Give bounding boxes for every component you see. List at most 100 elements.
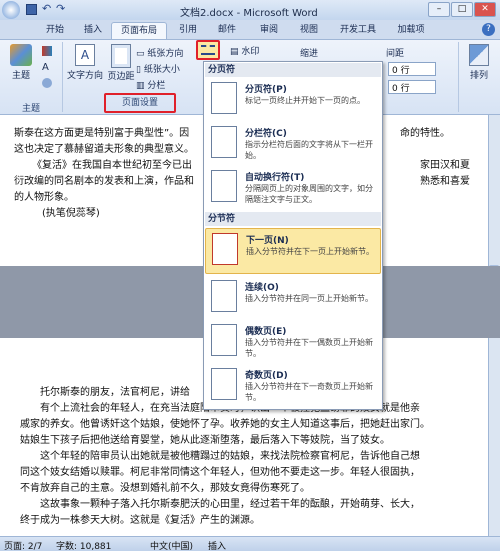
breaks-button[interactable] — [196, 40, 220, 60]
doc-line: 这故事象一颗种子落入托尔斯泰肥沃的心田里，经过若干年的酝酿，开始萌芽、长大， — [40, 499, 420, 510]
doc-line: 熟悉和喜爱 — [420, 176, 470, 187]
margins-icon — [111, 44, 131, 68]
spacing-after-spinner[interactable]: 0 行 — [388, 80, 436, 94]
orientation-icon: ▭ — [136, 49, 148, 59]
tab-references[interactable]: 引用 — [173, 22, 203, 39]
maximize-button[interactable]: □ — [451, 2, 473, 17]
minimize-button[interactable]: – — [428, 2, 450, 17]
doc-line: 家田汉和夏 — [420, 160, 470, 171]
undo-icon[interactable]: ↶ — [42, 2, 51, 15]
theme-colors-icon[interactable] — [42, 46, 52, 56]
columns-icon: ▥ — [136, 81, 148, 91]
save-icon[interactable] — [26, 4, 37, 15]
menu-item-desc: 插入分节符并在下一页上开始新节。 — [246, 247, 374, 256]
status-page[interactable]: 页面: 2/7 — [4, 539, 42, 552]
doc-line: 《复活》在我国自本世纪初至今已出 — [32, 160, 192, 171]
status-bar: 页面: 2/7 字数: 10,881 中文(中国) 插入 — [0, 536, 500, 552]
menu-item-next-page[interactable]: 下一页(N) 插入分节符并在下一页上开始新节。 — [205, 228, 381, 274]
menu-item-title: 奇数页(D) — [245, 371, 288, 381]
tab-home[interactable]: 开始 — [40, 22, 70, 39]
menu-item-continuous[interactable]: 连续(O) 插入分节符并在同一页上开始新节。 — [205, 276, 381, 318]
continuous-icon — [211, 280, 237, 312]
menu-item-desc: 指示分栏符后面的文字将从下一栏开始。 — [245, 140, 373, 160]
page-setup-group-label: 页面设置 — [104, 93, 176, 113]
tab-page-layout[interactable]: 页面布局 — [111, 22, 167, 39]
even-page-icon — [211, 324, 237, 356]
menu-item-desc: 插入分节符并在下一奇数页上开始新节。 — [245, 382, 373, 402]
menu-item-desc: 插入分节符并在下一偶数页上开始新节。 — [245, 338, 373, 358]
group-separator — [458, 42, 459, 112]
next-page-icon — [212, 233, 238, 265]
doc-line: 姑娘生下孩子后把他送给育婴堂，她从此逐渐堕落，最后落入下等妓院，当了妓女。 — [20, 435, 390, 446]
spacing-label: 间距 — [386, 49, 405, 59]
menu-item-column-break[interactable]: 分栏符(C) 指示分栏符后面的文字将从下一栏开始。 — [205, 122, 381, 164]
menu-item-desc: 插入分节符并在同一页上开始新节。 — [245, 294, 373, 303]
help-icon[interactable]: ? — [482, 23, 495, 36]
doc-line: 同这个妓女结婚以赎罪。柯尼非常同情这个年轻人，但劝他不要走这一步。年轻人很固执， — [20, 467, 420, 478]
menu-item-title: 偶数页(E) — [245, 327, 287, 337]
menu-item-title: 分栏符(C) — [245, 129, 287, 139]
column-break-icon — [211, 126, 237, 158]
text-direction-icon: A — [75, 44, 95, 66]
theme-group-label: 主题 — [21, 104, 40, 114]
menu-item-title: 连续(O) — [245, 283, 279, 293]
status-words[interactable]: 字数: 10,881 — [56, 539, 111, 552]
breaks-dropdown-menu: 分页符 分页符(P) 标记一页终止并开始下一页的点。 分栏符(C) 指示分栏符后… — [203, 61, 383, 410]
doc-line: 不肯放弃自己的主意。没想到婚礼前不久，那妓女竟得伤寒死了。 — [20, 483, 310, 494]
window-title: 文档2.docx - Microsoft Word — [180, 8, 318, 19]
menu-item-even-page[interactable]: 偶数页(E) 插入分节符并在下一偶数页上开始新节。 — [205, 320, 381, 362]
size-icon: ▯ — [136, 65, 144, 75]
watermark-button[interactable]: ▤ 水印 — [230, 44, 259, 57]
tab-review[interactable]: 审阅 — [254, 22, 284, 39]
menu-item-title: 下一页(N) — [246, 236, 289, 246]
size-label: 纸张大小 — [143, 65, 180, 75]
themes-button[interactable]: 主题 — [6, 44, 36, 84]
menu-item-desc: 标记一页终止并开始下一页的点。 — [245, 96, 365, 105]
doc-line: 斯泰在这方面更是特别富于典型性”。因 — [14, 128, 190, 139]
doc-line: 衍改编的同名剧本的发表和上演，作品和 — [14, 176, 194, 187]
size-button[interactable]: ▯ 纸张大小 — [136, 62, 180, 75]
doc-line: 终于成为一株参天大树。这就是《复活》产生的渊源。 — [20, 515, 260, 526]
theme-fonts-icon[interactable]: A — [42, 62, 49, 73]
menu-item-desc: 分隔网页上的对象周围的文字，如分隔题注文字与正文。 — [245, 184, 373, 204]
doc-line: 的人物形象。 — [14, 192, 74, 203]
group-separator — [62, 42, 63, 112]
margins-button[interactable]: 页边距 — [106, 44, 136, 82]
menu-section-section-breaks: 分节符 — [205, 212, 381, 226]
menu-item-page-break[interactable]: 分页符(P) 标记一页终止并开始下一页的点。 — [205, 78, 381, 120]
menu-item-title: 分页符(P) — [245, 85, 287, 95]
redo-icon[interactable]: ↷ — [56, 2, 65, 15]
tab-developer[interactable]: 开发工具 — [333, 22, 383, 39]
page-break-icon — [211, 82, 237, 114]
tab-view[interactable]: 视图 — [294, 22, 324, 39]
doc-line: 戚家的养女。他曾诱奸这个姑娘，使她怀了孕。收养她的女主人知道这事后，把她赶出家门… — [20, 419, 430, 430]
menu-item-odd-page[interactable]: 奇数页(D) 插入分节符并在下一奇数页上开始新节。 — [205, 364, 381, 406]
orientation-button[interactable]: ▭ 纸张方向 — [136, 46, 183, 59]
doc-line: 这个年轻的陪审员认出她就是被他糟蹋过的姑娘，来找法院检察官柯尼，告诉他自己想 — [40, 451, 420, 462]
spacing-before-spinner[interactable]: 0 行 — [388, 62, 436, 76]
close-button[interactable]: ✕ — [474, 2, 496, 17]
watermark-icon: ▤ — [230, 47, 242, 57]
tab-addins[interactable]: 加载项 — [391, 22, 431, 39]
orientation-label: 纸张方向 — [147, 49, 184, 59]
title-bar: ↶ ↷ 文档2.docx - Microsoft Word – □ ✕ — [0, 0, 500, 20]
status-mode[interactable]: 插入 — [208, 539, 226, 552]
columns-label: 分栏 — [147, 81, 166, 91]
menu-item-title: 自动换行符(T) — [245, 173, 305, 183]
themes-icon — [10, 44, 32, 66]
arrange-icon — [469, 44, 489, 66]
columns-button[interactable]: ▥ 分栏 — [136, 78, 165, 91]
text-direction-button[interactable]: A 文字方向 — [66, 44, 104, 81]
status-language[interactable]: 中文(中国) — [150, 539, 193, 552]
arrange-button[interactable]: 排列 — [462, 44, 496, 81]
indent-label: 缩进 — [300, 49, 319, 59]
arrange-label: 排列 — [469, 71, 488, 81]
tab-mailings[interactable]: 邮件 — [212, 22, 242, 39]
menu-item-text-wrapping[interactable]: 自动换行符(T) 分隔网页上的对象周围的文字，如分隔题注文字与正文。 — [205, 166, 381, 208]
office-button[interactable] — [2, 1, 20, 19]
text-direction-label: 文字方向 — [66, 71, 103, 81]
doc-line: 命的特性。 — [400, 128, 450, 139]
theme-effects-icon[interactable] — [42, 78, 52, 88]
tab-insert[interactable]: 插入 — [78, 22, 108, 39]
doc-line: (执笔倪蕊琴) — [42, 208, 100, 219]
